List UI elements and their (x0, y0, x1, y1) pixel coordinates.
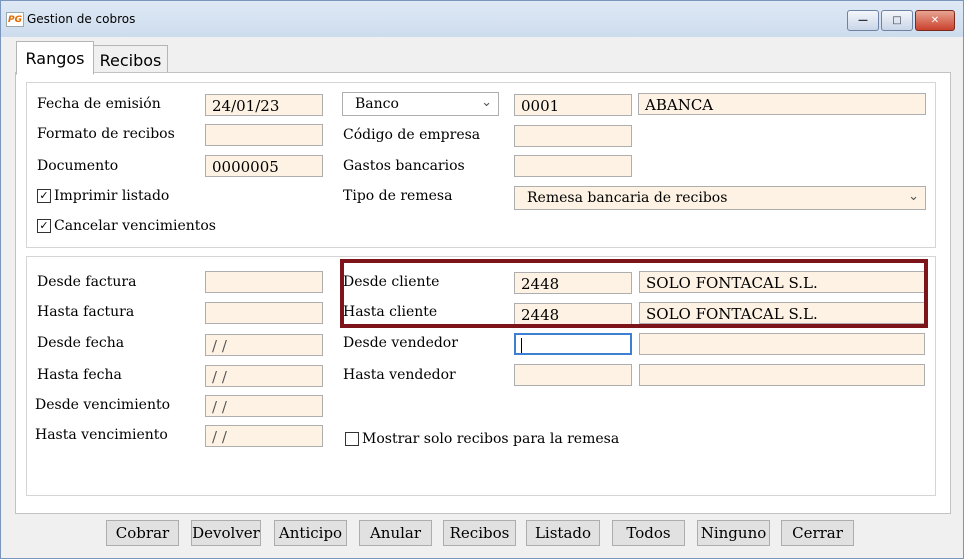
recibos-button[interactable]: Recibos (443, 520, 516, 546)
chevron-down-icon: ⌄ (908, 189, 919, 204)
hasta-vendedor-code-field[interactable] (514, 364, 632, 386)
desde-vencimiento-label: Desde vencimiento (35, 397, 171, 413)
mostrar-recibos-label: Mostrar solo recibos para la remesa (362, 431, 620, 447)
cobrar-button[interactable]: Cobrar (106, 520, 179, 546)
banco-name-field[interactable]: ABANCA (638, 93, 926, 115)
hasta-fecha-label: Hasta fecha (37, 367, 122, 383)
fecha-emision-field[interactable]: 24/01/23 (205, 94, 323, 116)
gastos-bancarios-label: Gastos bancarios (343, 158, 465, 174)
ninguno-button[interactable]: Ninguno (697, 520, 770, 546)
checkbox-checked-icon: ✓ (37, 219, 51, 233)
desde-factura-label: Desde factura (37, 274, 137, 290)
documento-field[interactable]: 0000005 (205, 155, 323, 177)
codigo-empresa-field[interactable] (514, 125, 632, 147)
tipo-remesa-select[interactable]: Remesa bancaria de recibos ⌄ (514, 186, 926, 210)
tab-recibos[interactable]: Recibos (93, 45, 168, 74)
hasta-factura-field[interactable] (205, 302, 323, 324)
title-bar[interactable]: PG Gestion de cobros — □ ✕ (1, 1, 963, 37)
checkbox-checked-icon: ✓ (37, 189, 51, 203)
cancelar-vencimientos-checkbox[interactable]: ✓ Cancelar vencimientos (37, 218, 216, 234)
desde-vendedor-code-field[interactable] (514, 333, 632, 355)
close-button[interactable]: ✕ (915, 10, 955, 31)
fecha-emision-label: Fecha de emisión (37, 96, 161, 112)
hasta-factura-label: Hasta factura (37, 304, 135, 320)
desde-vencimiento-field[interactable]: / / (205, 395, 323, 417)
tipo-remesa-label: Tipo de remesa (343, 188, 453, 204)
hasta-vencimiento-field[interactable]: / / (205, 425, 323, 447)
banco-select-value: Banco (355, 96, 399, 112)
window-title: Gestion de cobros (27, 12, 136, 26)
close-icon: ✕ (930, 15, 940, 26)
banco-code-field[interactable]: 0001 (514, 94, 632, 116)
gestion-cobros-window: PG Gestion de cobros — □ ✕ Rangos Recibo… (0, 0, 964, 559)
anular-button[interactable]: Anular (359, 520, 432, 546)
chevron-down-icon: ⌄ (481, 95, 492, 110)
anticipo-button[interactable]: Anticipo (274, 520, 347, 546)
formato-recibos-label: Formato de recibos (37, 126, 175, 142)
listado-button[interactable]: Listado (526, 520, 600, 546)
imprimir-listado-label: Imprimir listado (54, 188, 170, 204)
checkbox-unchecked-icon (345, 432, 359, 446)
devolver-button[interactable]: Devolver (191, 520, 261, 546)
imprimir-listado-checkbox[interactable]: ✓ Imprimir listado (37, 188, 169, 204)
desde-fecha-field[interactable]: / / (205, 334, 323, 356)
maximize-icon: □ (892, 15, 902, 26)
banco-select[interactable]: Banco ⌄ (342, 92, 499, 116)
formato-recibos-field[interactable] (205, 124, 323, 146)
hasta-vencimiento-label: Hasta vencimiento (35, 427, 168, 443)
desde-factura-field[interactable] (205, 271, 323, 293)
hasta-fecha-field[interactable]: / / (205, 365, 323, 387)
cliente-highlight-box (340, 259, 928, 328)
tipo-remesa-value: Remesa bancaria de recibos (527, 190, 728, 206)
maximize-button[interactable]: □ (881, 10, 913, 31)
desde-vendedor-name-field[interactable] (639, 333, 925, 355)
cancelar-vencimientos-label: Cancelar vencimientos (54, 218, 216, 234)
todos-button[interactable]: Todos (612, 520, 685, 546)
cerrar-button[interactable]: Cerrar (781, 520, 854, 546)
gastos-bancarios-field[interactable] (514, 155, 632, 177)
codigo-empresa-label: Código de empresa (343, 127, 481, 143)
hasta-vendedor-label: Hasta vendedor (343, 367, 456, 383)
text-caret (521, 338, 522, 353)
desde-vendedor-label: Desde vendedor (343, 335, 458, 351)
documento-label: Documento (37, 158, 119, 174)
minimize-button[interactable]: — (847, 10, 879, 31)
tab-rangos[interactable]: Rangos (16, 41, 94, 75)
mostrar-recibos-checkbox[interactable]: Mostrar solo recibos para la remesa (345, 431, 619, 447)
minimize-icon: — (858, 15, 868, 26)
desde-fecha-label: Desde fecha (37, 335, 125, 351)
hasta-vendedor-name-field[interactable] (639, 364, 925, 386)
app-logo-icon: PG (6, 12, 24, 27)
